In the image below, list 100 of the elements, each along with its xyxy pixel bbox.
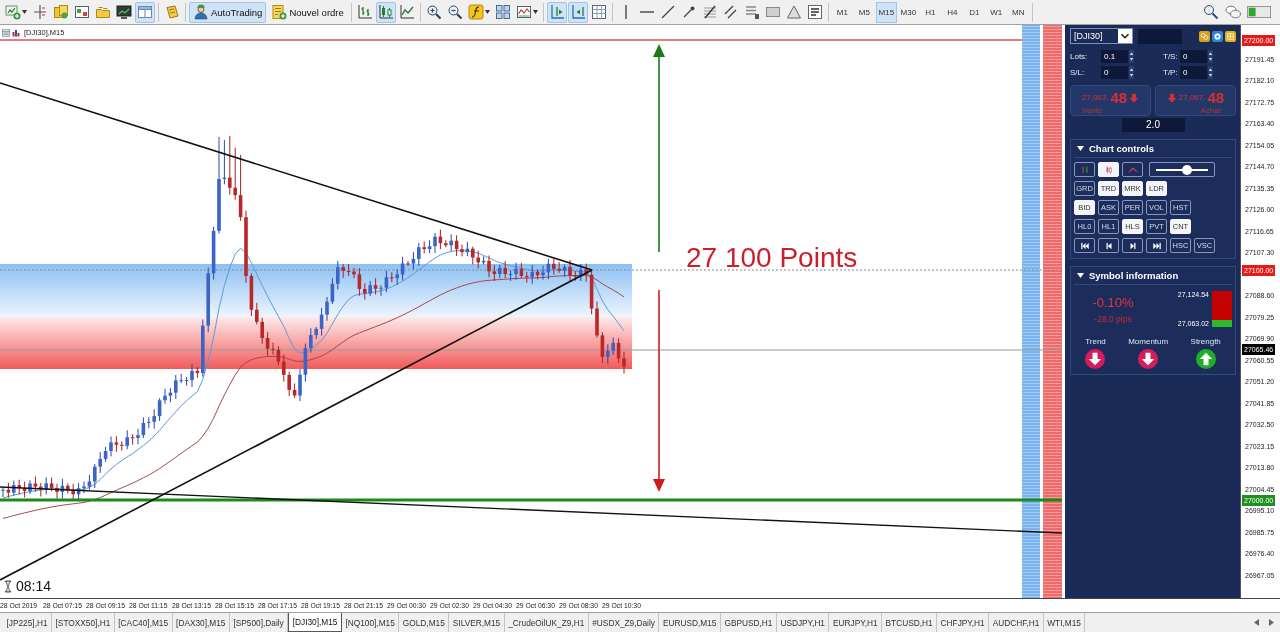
caret-icon bbox=[532, 10, 538, 14]
chevron-down-icon bbox=[1118, 29, 1132, 43]
change-percent: -0.10% bbox=[1092, 294, 1134, 310]
right-arrow-icon[interactable] bbox=[1269, 619, 1274, 626]
input-field[interactable]: 0 bbox=[1180, 66, 1207, 79]
toggle-button[interactable] bbox=[1146, 238, 1167, 253]
chart-annotation: 27 100 Points bbox=[686, 242, 858, 274]
input-field[interactable]: 0 bbox=[1101, 66, 1128, 79]
input-field[interactable] bbox=[1138, 28, 1182, 44]
chat-icon[interactable] bbox=[1225, 4, 1241, 20]
chart-tab[interactable]: [STOXX50],H1 bbox=[52, 613, 115, 632]
indicator-chart-icon bbox=[515, 4, 532, 20]
input-field[interactable]: 0.1 bbox=[1101, 50, 1128, 63]
indicator-label: Trend bbox=[1085, 337, 1106, 346]
chart-tab[interactable]: [CAC40],M15 bbox=[114, 613, 173, 632]
signal-bar-icon bbox=[1247, 6, 1271, 18]
settings-icon[interactable] bbox=[1212, 30, 1223, 42]
indicator-label: Strength bbox=[1190, 337, 1221, 346]
slider-thumb[interactable] bbox=[1182, 164, 1193, 175]
caret-icon bbox=[484, 10, 490, 14]
chart-tab[interactable]: BTCUSD,H1 bbox=[882, 613, 938, 632]
chart-tab[interactable]: _CrudeOilUK_Z9,H1 bbox=[504, 613, 589, 632]
countdown-timer: 08:14 bbox=[16, 578, 52, 594]
parallel-lines-icon bbox=[722, 4, 739, 20]
window-icon bbox=[74, 4, 90, 20]
zoom-out-icon bbox=[446, 4, 463, 20]
window-icon bbox=[2, 28, 10, 37]
axis-arrow-icon bbox=[548, 4, 565, 20]
candlestick-icon bbox=[377, 4, 394, 20]
horizontal-lines-icon bbox=[743, 4, 760, 20]
toggle-button[interactable] bbox=[1074, 238, 1095, 253]
chart-tab[interactable]: USDJPY,H1 bbox=[776, 613, 830, 632]
toggle-button[interactable] bbox=[1122, 238, 1143, 253]
skip-forward-icon bbox=[1151, 240, 1162, 251]
chart-tab[interactable]: #USDX_Z9,Daily bbox=[588, 613, 660, 632]
grid-icon bbox=[590, 4, 607, 20]
folder-icon bbox=[95, 4, 111, 20]
timeframe-button[interactable]: D1 bbox=[963, 1, 985, 23]
spinner-icon[interactable] bbox=[1129, 50, 1134, 63]
section-header[interactable]: Symbol information bbox=[1074, 267, 1232, 285]
slider[interactable] bbox=[1149, 162, 1215, 177]
crosshair-icon bbox=[32, 4, 48, 20]
spinner-icon[interactable] bbox=[1129, 66, 1134, 79]
chart-tab[interactable]: AUDCHF,H1 bbox=[989, 613, 1044, 632]
vertical-line-icon bbox=[623, 5, 628, 19]
timeframe-button[interactable]: H1 bbox=[919, 1, 941, 23]
search-icon[interactable] bbox=[1203, 4, 1219, 20]
rectangle-icon bbox=[764, 4, 781, 20]
skip-back-icon bbox=[1079, 240, 1090, 251]
chart-tab[interactable]: GBPUSD,H1 bbox=[720, 613, 777, 632]
text-box-icon bbox=[806, 4, 823, 20]
timeframe-button[interactable]: M5 bbox=[853, 1, 875, 23]
toolbar-button[interactable] bbox=[465, 1, 492, 23]
line-chart-icon bbox=[398, 4, 415, 20]
chart-tab[interactable]: GOLD,M15 bbox=[399, 613, 450, 632]
field-label: T/S: bbox=[1163, 52, 1179, 61]
section-header[interactable]: Chart controls bbox=[1074, 140, 1232, 158]
timeframe-button[interactable]: M1 bbox=[831, 1, 853, 23]
toggle-button[interactable] bbox=[1122, 162, 1143, 177]
toolbar-button[interactable]: AutoTrading bbox=[189, 1, 267, 23]
chart-tab[interactable]: CHFJPY,H1 bbox=[937, 613, 990, 632]
person-icon bbox=[193, 4, 209, 20]
documents-icon bbox=[53, 4, 69, 20]
chart-tab[interactable]: [DJI30],M15 bbox=[288, 613, 342, 632]
field-label: T/P: bbox=[1163, 68, 1179, 77]
left-arrow-icon[interactable] bbox=[1254, 619, 1259, 626]
monitor-icon bbox=[116, 4, 132, 20]
tiles-icon bbox=[494, 4, 511, 20]
timeframe-button[interactable]: MN bbox=[1007, 1, 1029, 23]
symbol-select[interactable]: [DJI30] bbox=[1070, 28, 1133, 44]
input-field[interactable]: 0 bbox=[1180, 50, 1207, 63]
timeframe-button[interactable]: H4 bbox=[941, 1, 963, 23]
field-label: S/L: bbox=[1070, 68, 1086, 77]
timeframe-button[interactable]: M15 bbox=[875, 1, 897, 23]
toolbar-button[interactable]: Nouvel ordre bbox=[267, 1, 348, 23]
toggle-button[interactable] bbox=[1074, 162, 1095, 177]
function-icon bbox=[467, 4, 484, 20]
chart-tab[interactable]: EURJPY,H1 bbox=[829, 613, 883, 632]
horizontal-line-icon bbox=[639, 10, 654, 14]
chart-tab[interactable]: SILVER,M15 bbox=[449, 613, 505, 632]
chart-tab[interactable]: EURUSD,M15 bbox=[659, 613, 721, 632]
timeframe-button[interactable]: M30 bbox=[897, 1, 919, 23]
timeframe-button[interactable]: W1 bbox=[985, 1, 1007, 23]
zoom-in-icon bbox=[425, 4, 442, 20]
link-icon[interactable] bbox=[1199, 30, 1210, 42]
chart-tab[interactable]: WTI,M15 bbox=[1043, 613, 1086, 632]
down-arrow-icon bbox=[1166, 92, 1177, 103]
chart-tab[interactable]: [NQ100],M15 bbox=[342, 613, 400, 632]
chart-tab[interactable]: [DAX30],M15 bbox=[172, 613, 230, 632]
expand-icon[interactable] bbox=[1225, 30, 1236, 42]
bar-chart-icon bbox=[1079, 164, 1090, 175]
toggle-button[interactable] bbox=[1098, 238, 1119, 253]
down-arrow-icon bbox=[1129, 92, 1140, 103]
indicator-label: Momentum bbox=[1128, 337, 1169, 346]
bar-chart-icon bbox=[12, 28, 20, 37]
axis-arrow-icon bbox=[569, 4, 586, 20]
chart-tab[interactable]: [JP225],H1 bbox=[3, 613, 53, 632]
spinner-icon[interactable] bbox=[1208, 50, 1213, 63]
spinner-icon[interactable] bbox=[1208, 66, 1213, 79]
spread-value: 2.0 bbox=[1121, 118, 1185, 132]
